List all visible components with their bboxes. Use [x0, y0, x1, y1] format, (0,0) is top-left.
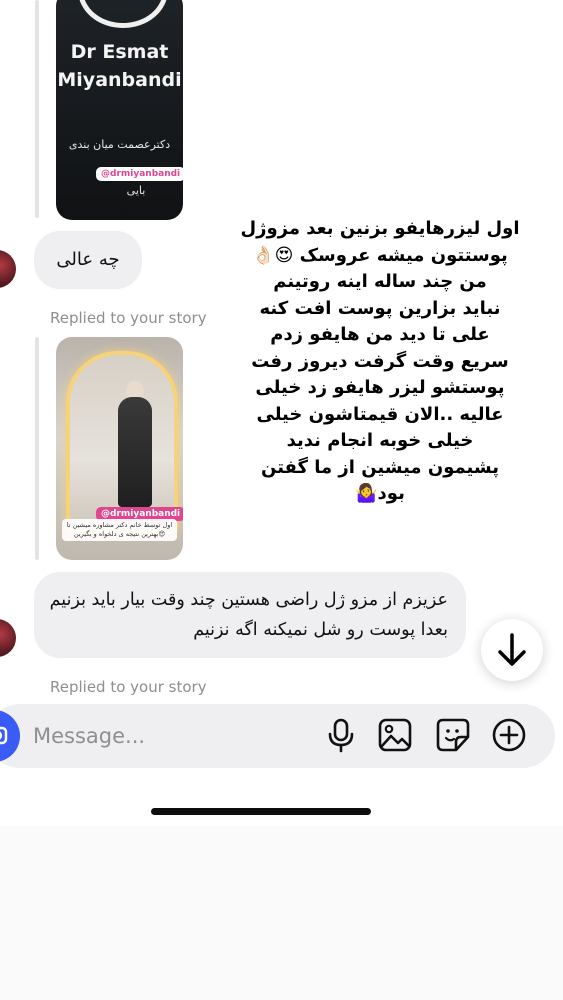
avatar[interactable]	[0, 250, 16, 288]
story-overlay-text: اول لیزرهایفو بزنین بعد مزوژل پوستتون می…	[240, 218, 520, 504]
story-handle: @drmiyanbandi	[96, 167, 183, 181]
microphone-button[interactable]	[323, 716, 359, 754]
microphone-icon	[328, 718, 354, 753]
story-thumbnail[interactable]: @drmiyanbandi اول توسط خانم دکتر مشاوره …	[56, 337, 183, 560]
reply-connector	[35, 0, 39, 218]
clinic-logo	[78, 0, 168, 28]
sticker-button[interactable]	[435, 716, 471, 754]
brand-line-2: Miyanbandi	[57, 69, 182, 91]
replied-to-story-label: Replied to your story	[50, 309, 207, 327]
add-icon	[492, 718, 526, 752]
gallery-button[interactable]	[377, 716, 413, 754]
story-caption: اول توسط خانم دکتر مشاوره میشین تا بهتری…	[66, 521, 173, 538]
message-text: عزیزم از مزو ژل راضی هستین چند وقت بیار …	[49, 590, 448, 640]
reply-connector	[35, 337, 39, 560]
bottom-safe-area	[0, 826, 563, 1000]
gallery-icon	[378, 718, 412, 752]
camera-button[interactable]	[0, 710, 20, 762]
avatar[interactable]	[0, 619, 16, 657]
message-text: چه عالی	[56, 249, 120, 270]
add-button[interactable]	[491, 716, 527, 754]
camera-icon	[0, 726, 8, 745]
message-bubble[interactable]: چه عالی	[34, 231, 142, 289]
message-input[interactable]	[33, 720, 293, 752]
arrow-down-icon	[498, 633, 526, 666]
home-indicator[interactable]	[151, 808, 371, 815]
scroll-down-button[interactable]	[481, 619, 543, 681]
persian-sub: بایی	[126, 184, 146, 197]
replied-to-story-label: Replied to your story	[50, 678, 207, 696]
brand-line-1: Dr Esmat	[70, 41, 169, 63]
person-image	[118, 397, 152, 507]
message-bubble[interactable]: عزیزم از مزو ژل راضی هستین چند وقت بیار …	[34, 572, 466, 658]
story-thumbnail[interactable]: Dr Esmat Miyanbandi دکترعصمت میان بندی @…	[56, 0, 183, 220]
persian-name: دکترعصمت میان بندی	[68, 138, 171, 151]
sticker-icon	[436, 718, 470, 752]
